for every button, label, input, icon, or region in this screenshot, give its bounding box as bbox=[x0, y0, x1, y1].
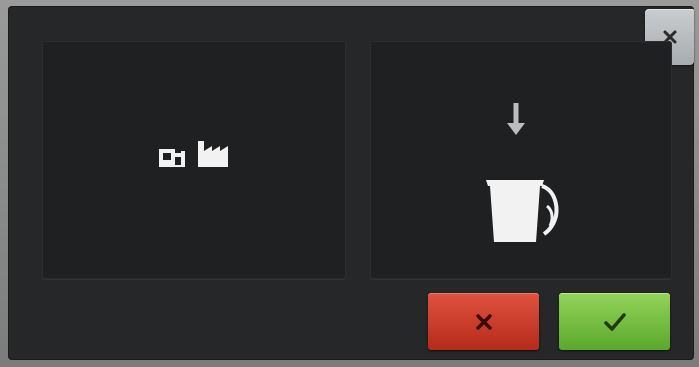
machine-icon bbox=[159, 149, 185, 167]
device-frame bbox=[0, 0, 699, 367]
factory-icon bbox=[198, 141, 228, 167]
x-icon bbox=[475, 313, 492, 330]
arrow-down-icon bbox=[507, 103, 525, 135]
option-panel-factory-settings[interactable] bbox=[42, 41, 346, 279]
pitcher-icon bbox=[486, 180, 559, 242]
checkmark-icon bbox=[603, 312, 626, 331]
option-panel-fill-pitcher[interactable] bbox=[370, 41, 672, 279]
dialog bbox=[8, 6, 694, 360]
confirm-button[interactable] bbox=[559, 293, 670, 350]
cancel-button[interactable] bbox=[428, 293, 539, 350]
